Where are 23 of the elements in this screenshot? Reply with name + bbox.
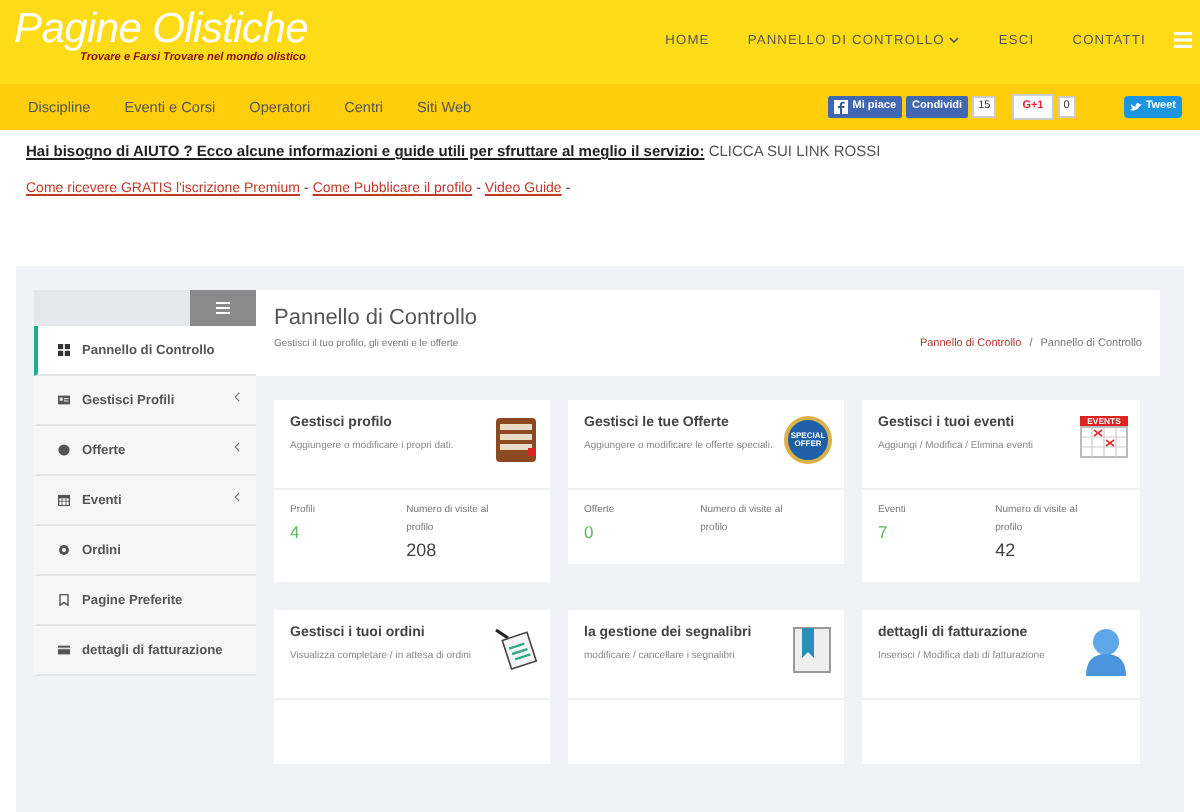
checklist-icon bbox=[494, 626, 538, 670]
id-card-icon bbox=[58, 394, 70, 406]
book-icon bbox=[792, 626, 832, 674]
box-icon bbox=[494, 416, 538, 464]
stat-value: 42 bbox=[995, 538, 1018, 562]
menu-icon bbox=[1174, 32, 1192, 48]
stat-value: 7 bbox=[878, 520, 890, 544]
sidebar-toggle-button[interactable] bbox=[190, 290, 256, 326]
menu-icon bbox=[216, 302, 230, 314]
calendar-icon bbox=[58, 494, 70, 506]
bird-icon bbox=[1129, 102, 1142, 112]
credit-card-icon bbox=[58, 644, 70, 656]
page-title: Pannello di Controllo bbox=[274, 306, 478, 330]
calendar-grid-drawing bbox=[1080, 426, 1128, 458]
stat-value: 4 bbox=[290, 520, 302, 544]
bookmark-icon bbox=[58, 594, 70, 606]
stat-value: 0 bbox=[584, 520, 596, 544]
grid-icon bbox=[58, 344, 70, 356]
facebook-icon bbox=[834, 100, 849, 114]
user-icon bbox=[1084, 626, 1128, 678]
stat-value: 208 bbox=[406, 538, 439, 562]
circle-icon bbox=[58, 444, 70, 456]
gear-icon bbox=[58, 544, 70, 556]
